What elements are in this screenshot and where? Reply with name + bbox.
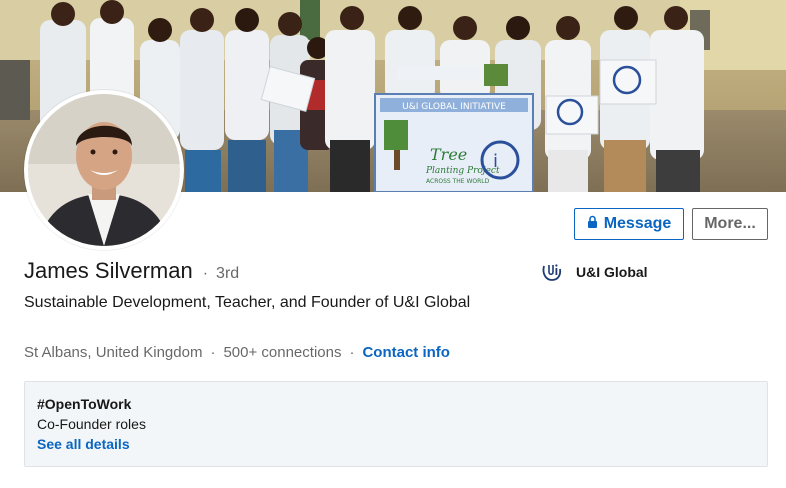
- name-line: James Silverman · 3rd: [24, 258, 239, 284]
- open-to-work-roles: Co-Founder roles: [37, 416, 146, 432]
- message-button-label: Message: [603, 215, 672, 232]
- profile-meta: St Albans, United Kingdom · 500+ connect…: [24, 344, 450, 361]
- connection-degree: 3rd: [216, 265, 240, 282]
- profile-name: James Silverman: [24, 258, 193, 283]
- more-button[interactable]: More...: [692, 208, 768, 240]
- lock-icon: [587, 215, 598, 234]
- avatar: [28, 94, 180, 246]
- meta-separator: ·: [210, 344, 216, 361]
- connections-count[interactable]: 500+ connections: [223, 344, 341, 361]
- contact-info-link[interactable]: Contact info: [362, 344, 450, 361]
- location: St Albans, United Kingdom: [24, 344, 203, 361]
- svg-text:i: i: [493, 151, 498, 172]
- message-button[interactable]: Message: [574, 208, 684, 240]
- profile-headline: Sustainable Development, Teacher, and Fo…: [24, 294, 471, 311]
- degree-separator: ·: [202, 265, 209, 282]
- meta-separator: ·: [349, 344, 355, 361]
- open-to-work-title: #OpenToWork: [37, 396, 132, 412]
- current-company[interactable]: U&I Global: [540, 260, 648, 284]
- sign-line-4: ACROSS THE WORLD: [426, 178, 490, 185]
- company-name: U&I Global: [576, 264, 648, 280]
- open-to-work-card: #OpenToWork Co-Founder roles See all det…: [24, 381, 768, 467]
- sign-line-2: Tree: [430, 145, 467, 164]
- ui-global-logo-icon: [540, 260, 564, 284]
- profile-photo[interactable]: [24, 90, 184, 250]
- see-all-details-link[interactable]: See all details: [37, 436, 755, 456]
- more-button-label: More...: [704, 215, 756, 232]
- sign-line-1: U&I GLOBAL INITIATIVE: [402, 102, 506, 112]
